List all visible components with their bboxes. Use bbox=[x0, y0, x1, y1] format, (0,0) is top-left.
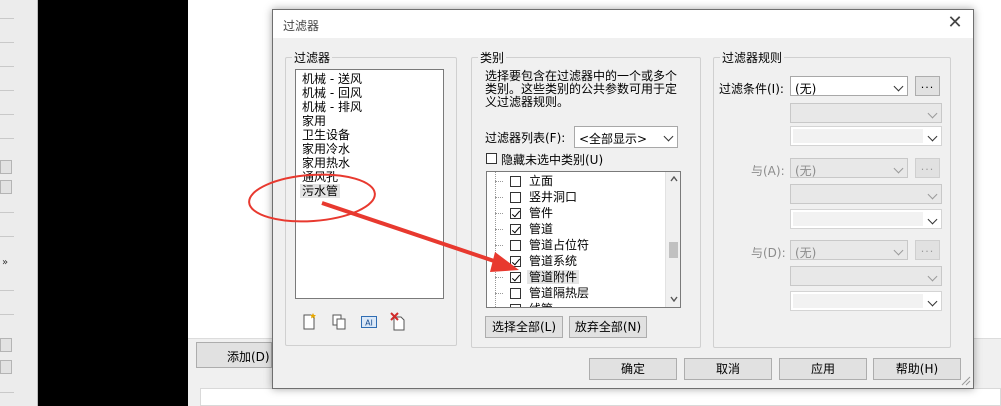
annotation-arrow-shaft bbox=[321, 201, 501, 265]
annotation-ellipse bbox=[248, 173, 376, 223]
annotation-overlay bbox=[248, 173, 519, 272]
annotation-arrow-head bbox=[490, 252, 519, 272]
